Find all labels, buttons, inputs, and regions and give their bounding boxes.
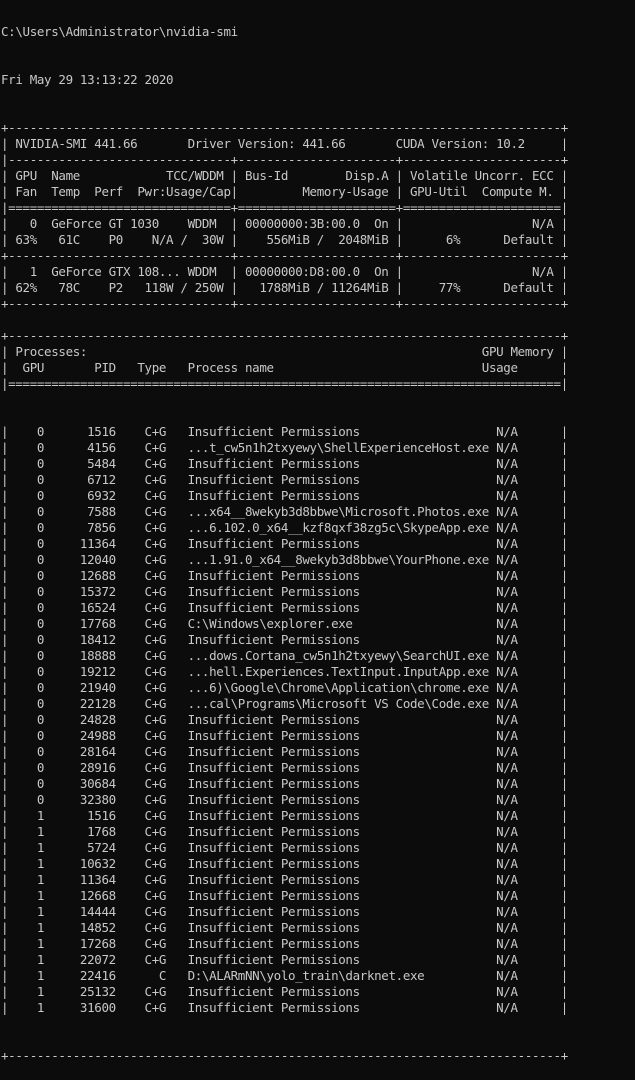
process-row: | 0 5484 C+G Insufficient Permissions N/… (1, 456, 568, 471)
process-row: | 0 24988 C+G Insufficient Permissions N… (1, 728, 568, 743)
process-row: | 1 22072 C+G Insufficient Permissions N… (1, 952, 568, 967)
process-row: | 0 6712 C+G Insufficient Permissions N/… (1, 472, 568, 487)
process-row: | 0 28164 C+G Insufficient Permissions N… (1, 744, 568, 759)
smi-table-line: | NVIDIA-SMI 441.66 Driver Version: 441.… (1, 136, 568, 151)
table-footer: +---------------------------------------… (1, 1048, 568, 1063)
process-row: | 0 18412 C+G Insufficient Permissions N… (1, 632, 568, 647)
process-row: | 1 1768 C+G Insufficient Permissions N/… (1, 824, 568, 839)
smi-table-line: | 0 GeForce GT 1030 WDDM | 00000000:3B:0… (1, 216, 568, 231)
process-row: | 0 18888 C+G ...dows.Cortana_cw5n1h2txy… (1, 648, 568, 663)
smi-table-line: | 63% 61C P0 N/A / 30W | 556MiB / 2048Mi… (1, 232, 568, 247)
process-row: | 0 1516 C+G Insufficient Permissions N/… (1, 424, 568, 439)
process-row: | 0 24828 C+G Insufficient Permissions N… (1, 712, 568, 727)
process-row: | 1 5724 C+G Insufficient Permissions N/… (1, 840, 568, 855)
process-row: | 0 7856 C+G ...6.102.0_x64__kzf8qxf38zg… (1, 520, 568, 535)
process-row: | 0 11364 C+G Insufficient Permissions N… (1, 536, 568, 551)
process-row: | 0 30684 C+G Insufficient Permissions N… (1, 776, 568, 791)
command-line: C:\Users\Administrator\nvidia-smi (1, 24, 238, 39)
smi-table-line: | 1 GeForce GTX 108... WDDM | 00000000:D… (1, 264, 568, 279)
smi-table-line (1, 312, 635, 328)
process-row: | 1 14444 C+G Insufficient Permissions N… (1, 904, 568, 919)
process-row: | 0 6932 C+G Insufficient Permissions N/… (1, 488, 568, 503)
process-row: | 0 28916 C+G Insufficient Permissions N… (1, 760, 568, 775)
process-row: | 0 12040 C+G ...1.91.0_x64__8wekyb3d8bb… (1, 552, 568, 567)
smi-table-line: +---------------------------------------… (1, 328, 568, 343)
process-row: | 0 7588 C+G ...x64__8wekyb3d8bbwe\Micro… (1, 504, 568, 519)
process-row: | 1 25132 C+G Insufficient Permissions N… (1, 984, 568, 999)
smi-table-line: |-------------------------------+-------… (1, 152, 568, 167)
process-row: | 1 1516 C+G Insufficient Permissions N/… (1, 808, 568, 823)
process-row: | 0 16524 C+G Insufficient Permissions N… (1, 600, 568, 615)
smi-table-line: +-------------------------------+-------… (1, 248, 568, 263)
process-row: | 1 12668 C+G Insufficient Permissions N… (1, 888, 568, 903)
process-row: | 1 17268 C+G Insufficient Permissions N… (1, 936, 568, 951)
process-list: | 0 1516 C+G Insufficient Permissions N/… (1, 424, 635, 1016)
process-row: | 0 15372 C+G Insufficient Permissions N… (1, 584, 568, 599)
process-row: | 0 17768 C+G C:\Windows\explorer.exe N/… (1, 616, 568, 631)
smi-table-line: | Fan Temp Perf Pwr:Usage/Cap| Memory-Us… (1, 184, 568, 199)
process-row: | 1 10632 C+G Insufficient Permissions N… (1, 856, 568, 871)
date-line: Fri May 29 13:13:22 2020 (1, 72, 174, 87)
process-row: | 1 22416 C D:\ALARmNN\yolo_train\darkne… (1, 968, 568, 983)
smi-summary-table: +---------------------------------------… (1, 120, 635, 392)
terminal-window[interactable]: C:\Users\Administrator\nvidia-smi Fri Ma… (1, 0, 635, 1080)
process-row: | 0 21940 C+G ...6)\Google\Chrome\Applic… (1, 680, 568, 695)
process-row: | 1 14852 C+G Insufficient Permissions N… (1, 920, 568, 935)
smi-table-line: +-------------------------------+-------… (1, 296, 568, 311)
process-row: | 0 19212 C+G ...hell.Experiences.TextIn… (1, 664, 568, 679)
smi-table-line: | GPU PID Type Process name Usage | (1, 360, 568, 375)
smi-table-line: | 62% 78C P2 118W / 250W | 1788MiB / 112… (1, 280, 568, 295)
process-row: | 0 22128 C+G ...cal\Programs\Microsoft … (1, 696, 568, 711)
process-row: | 0 12688 C+G Insufficient Permissions N… (1, 568, 568, 583)
process-row: | 1 11364 C+G Insufficient Permissions N… (1, 872, 568, 887)
smi-table-line: | Processes: GPU Memory | (1, 344, 568, 359)
smi-table-line: |=======================================… (1, 376, 568, 391)
process-row: | 0 32380 C+G Insufficient Permissions N… (1, 792, 568, 807)
smi-table-line: |===============================+=======… (1, 200, 568, 215)
process-row: | 1 31600 C+G Insufficient Permissions N… (1, 1000, 568, 1015)
process-row: | 0 4156 C+G ...t_cw5n1h2txyewy\ShellExp… (1, 440, 568, 455)
smi-table-line: | GPU Name TCC/WDDM | Bus-Id Disp.A | Vo… (1, 168, 568, 183)
smi-table-line: +---------------------------------------… (1, 120, 568, 135)
